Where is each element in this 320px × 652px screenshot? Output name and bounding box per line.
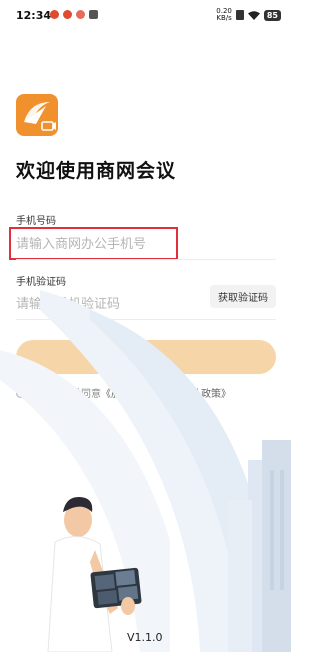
highlight-box (9, 227, 178, 260)
shield-icon (89, 10, 98, 19)
phone-divider (16, 259, 276, 260)
app-logo (16, 94, 58, 136)
phone-label: 手机号码 (16, 216, 56, 227)
notification-icons (50, 10, 98, 19)
sim-icon (235, 10, 244, 20)
version-label: V1.1.0 (127, 631, 163, 644)
page-title: 欢迎使用商网会议 (16, 160, 177, 182)
notification-icon-1 (50, 10, 59, 19)
network-speed: 0.20 KB/s (216, 7, 232, 22)
paper-plane-logo-icon (24, 102, 56, 131)
notification-icon-3 (76, 10, 85, 19)
wifi-icon (247, 10, 260, 20)
background-illustration (0, 290, 291, 652)
battery-icon: 85 (263, 9, 281, 21)
status-bar: 12:34 0.20 KB/s 85 (0, 0, 291, 30)
status-time: 12:34 (16, 9, 52, 22)
code-label: 手机验证码 (16, 277, 66, 288)
notification-icon-2 (63, 10, 72, 19)
status-right: 0.20 KB/s 85 (216, 8, 281, 22)
